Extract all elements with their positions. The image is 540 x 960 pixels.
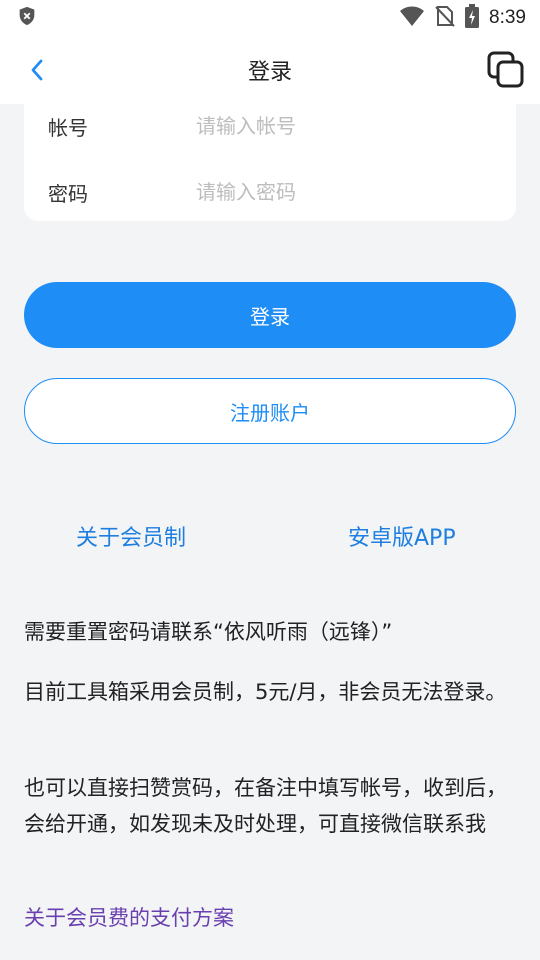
register-button[interactable]: 注册账户	[24, 378, 516, 444]
login-button[interactable]: 登录	[24, 282, 516, 348]
account-input[interactable]	[196, 106, 496, 146]
account-label: 帐号	[48, 115, 88, 140]
login-form-card: 帐号 密码	[24, 104, 516, 221]
android-app-link[interactable]: 安卓版APP	[348, 520, 456, 552]
password-input[interactable]	[196, 172, 496, 212]
no-sim-icon	[435, 5, 455, 31]
app-bar: 登录	[0, 36, 540, 104]
wifi-icon	[399, 5, 425, 31]
page-title: 登录	[247, 60, 292, 85]
status-bar: 8:39	[0, 0, 540, 36]
payment-plan-link[interactable]: 关于会员费的支付方案	[24, 902, 234, 932]
copy-icon[interactable]	[486, 50, 526, 90]
reset-password-note: 需要重置密码请联系“依风听雨（远锋）”	[24, 620, 393, 644]
status-time: 8:39	[489, 7, 526, 28]
battery-charging-icon	[465, 4, 480, 32]
account-row: 帐号	[24, 104, 516, 148]
shield-x-icon	[16, 5, 38, 31]
reward-info-note: 也可以直接扫赞赏码，在备注中填写帐号，收到后，会给开通，如发现未及时处理，可直接…	[24, 776, 507, 836]
password-row: 密码	[24, 170, 516, 214]
membership-info-note: 目前工具箱采用会员制，5元/月，非会员无法登录。	[24, 680, 507, 704]
password-label: 密码	[48, 181, 88, 206]
chevron-left-icon[interactable]	[24, 56, 52, 84]
membership-link[interactable]: 关于会员制	[76, 520, 186, 552]
